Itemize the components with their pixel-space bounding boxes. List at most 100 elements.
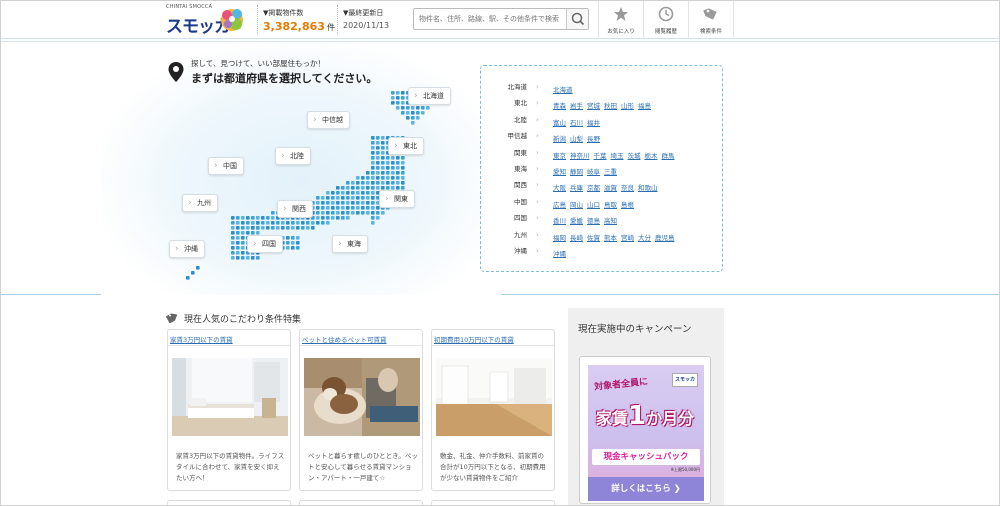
prefecture-link[interactable]: 佐賀 [587,234,600,242]
prefecture-link[interactable]: 愛知 [553,168,566,176]
region-button-chugoku[interactable]: 中国 [208,157,244,175]
prefecture-link[interactable]: 岐阜 [587,168,600,176]
map-dot [231,231,235,235]
feature-card-link[interactable]: ペットと住めるペット可賃貸 [302,334,387,344]
map-dot [281,226,285,230]
region-button-shikoku[interactable]: 四国 [247,235,283,253]
campaign-details-button[interactable]: 詳しくはこちら ❯ [588,477,704,501]
prefecture-link[interactable]: 青森 [553,102,566,110]
prefecture-link[interactable]: 徳島 [587,217,600,225]
map-dot [366,206,370,210]
prefecture-link[interactable]: 広島 [553,201,566,209]
prefecture-link[interactable]: 高知 [604,217,617,225]
prefecture-link[interactable]: 和歌山 [638,184,658,192]
prefecture-link[interactable]: 大分 [638,234,651,242]
campaign-banner[interactable]: スモッカ 対象者全員に 家賃1か月分 現金キャッシュバック ※上限50,000円… [579,356,711,504]
prefecture-link[interactable]: 新潟 [553,135,566,143]
map-dot [406,111,410,115]
prefecture-link[interactable]: 福岡 [553,234,566,242]
region-button-tokai[interactable]: 東海 [332,235,368,253]
prefecture-link[interactable]: 岡山 [570,201,583,209]
prefecture-link[interactable]: 島根 [621,201,634,209]
prefecture-link[interactable]: 千葉 [594,152,607,160]
map-dot [341,196,345,200]
prefecture-link[interactable]: 石川 [570,119,583,127]
feature-card[interactable]: 初期費用10万円以下の賃貸 敷金、礼金、仲介手数料、前家賃の合計が10万円以下と… [431,329,555,491]
region-button-okinawa[interactable]: 沖縄 [169,240,205,258]
region-button-hokuriku[interactable]: 北陸 [275,147,311,165]
prefecture-link[interactable]: 秋田 [604,102,617,110]
map-dot [386,166,390,170]
history-button[interactable]: 閲覧履歴 [643,1,688,39]
region-button-kanto[interactable]: 関東 [379,190,415,208]
feature-card[interactable]: 家賃3万円以下の賃貸 家賃3万円以下の賃貸物件。ライフスタイルに合わせて、家賃を… [167,329,291,491]
prefecture-link[interactable]: 愛媛 [570,217,583,225]
banner-cashback: 現金キャッシュバック [592,449,700,465]
map-dot [366,211,370,215]
prefecture-link[interactable]: 静岡 [570,168,583,176]
map-dot [366,171,370,175]
region-button-kyushu[interactable]: 九州 [182,194,218,212]
prefecture-link[interactable]: 長崎 [570,234,583,242]
prefecture-link[interactable]: 大阪 [553,184,566,192]
prefecture-link[interactable]: 長野 [587,135,600,143]
prefecture-link[interactable]: 北海道 [553,86,573,94]
map-dot [346,196,350,200]
saved-search-button[interactable]: 検索条件 [688,1,733,39]
prefecture-region-label: 関東 [514,148,527,157]
prefecture-link[interactable]: 三重 [604,168,617,176]
prefecture-link[interactable]: 滋賀 [604,184,617,192]
prefecture-link[interactable]: 鹿児島 [655,234,675,242]
prefecture-link[interactable]: 兵庫 [570,184,583,192]
region-button-kansai[interactable]: 関西 [277,200,313,218]
prefecture-link[interactable]: 神奈川 [570,152,590,160]
map-dot [326,191,330,195]
prefecture-link[interactable]: 東京 [553,152,566,160]
map-dot [391,91,395,95]
region-button-chubu[interactable]: 中信越 [307,111,350,129]
search-input[interactable] [414,9,566,29]
map-dot [251,256,255,260]
feature-card[interactable]: ペットと住めるペット可賃貸 ペットと暮らす癒しのひととき。ペットと安心して暮らせ… [299,329,423,491]
prefecture-link[interactable]: 京都 [587,184,600,192]
feature-card-link[interactable]: 初期費用10万円以下の賃貸 [434,334,514,344]
map-dot [371,201,375,205]
site-logo[interactable]: CHINTAI SMOCCA スモッカ [166,4,246,37]
region-button-hokkaido[interactable]: 北海道 [408,87,451,105]
map-dot [346,191,350,195]
prefecture-link[interactable]: 熊本 [604,234,617,242]
prefecture-link[interactable]: 奈良 [621,184,634,192]
prefecture-link[interactable]: 埼玉 [611,152,624,160]
prefecture-link[interactable]: 富山 [553,119,566,127]
feature-card-next[interactable] [167,500,291,505]
prefecture-link[interactable]: 栃木 [645,152,658,160]
prefecture-link[interactable]: 沖縄 [553,250,566,258]
prefecture-link[interactable]: 群馬 [662,152,675,160]
prefecture-link[interactable]: 宮崎 [621,234,634,242]
prefecture-row: 九州 › 福岡 長崎 佐賀 熊本 宮崎 大分 鹿児島 [481,228,724,242]
favorites-button[interactable]: お気に入り [598,1,643,39]
search-button[interactable] [566,9,588,29]
map-dot [331,196,335,200]
prefecture-link[interactable]: 山口 [587,201,600,209]
prefecture-link[interactable]: 福井 [587,119,600,127]
prefecture-link[interactable]: 福島 [638,102,651,110]
map-dot [286,246,290,250]
map-dot [236,241,240,245]
feature-card-link[interactable]: 家賃3万円以下の賃貸 [170,334,233,344]
feature-card-next[interactable] [431,500,555,505]
feature-card-next[interactable] [299,500,423,505]
card-divider [168,345,290,346]
search-box [413,8,589,30]
prefecture-link[interactable]: 山梨 [570,135,583,143]
prefecture-link[interactable]: 香川 [553,217,566,225]
map-dot [381,211,385,215]
map-dot [361,196,365,200]
prefecture-link[interactable]: 鳥取 [604,201,617,209]
prefecture-link[interactable]: 岩手 [570,102,583,110]
prefecture-link[interactable]: 宮城 [587,102,600,110]
prefecture-link[interactable]: 山形 [621,102,634,110]
map-dot [286,226,290,230]
region-button-tohoku[interactable]: 東北 [388,137,424,155]
prefecture-link[interactable]: 茨城 [628,152,641,160]
